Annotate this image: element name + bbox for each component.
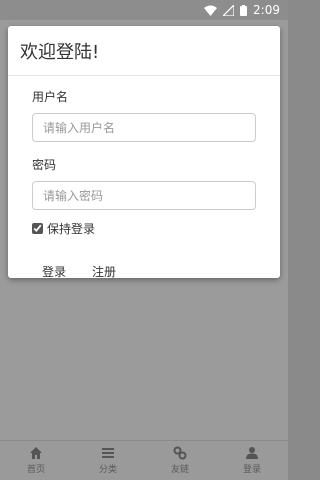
tab-category-label: 分类 [98, 465, 117, 475]
register-button[interactable]: 注册 [86, 259, 122, 284]
signal-icon [223, 4, 235, 16]
remember-row: 保持登录 [32, 220, 256, 237]
username-input[interactable] [32, 113, 256, 142]
password-label: 密码 [32, 158, 57, 172]
dialog-title: 欢迎登陆! [20, 41, 100, 63]
tab-category[interactable]: 分类 [72, 441, 144, 480]
login-button[interactable]: 登录 [36, 259, 72, 284]
username-label: 用户名 [32, 90, 69, 104]
user-icon [246, 447, 258, 459]
status-time: 2:09 [253, 3, 280, 17]
password-input[interactable] [32, 181, 256, 210]
status-bar: 2:09 [0, 0, 288, 20]
tab-login-label: 登录 [242, 465, 261, 475]
tab-home[interactable]: 首页 [0, 441, 72, 480]
tab-links-label: 友链 [170, 465, 189, 475]
remember-checkbox[interactable] [32, 223, 43, 234]
wifi-icon [204, 5, 218, 16]
tab-links[interactable]: 友链 [144, 441, 216, 480]
dialog-header: 欢迎登陆! [8, 26, 280, 76]
tab-home-label: 首页 [26, 465, 45, 475]
dialog-actions: 登录 注册 [36, 259, 256, 284]
home-icon [30, 447, 42, 459]
dialog-body: 用户名 密码 保持登录 登录 注册 [8, 76, 280, 284]
bottom-tab-bar: 首页 分类 友链 登录 [0, 440, 288, 480]
tab-login[interactable]: 登录 [216, 441, 288, 480]
remember-label: 保持登录 [47, 222, 96, 236]
battery-icon [240, 4, 248, 16]
login-dialog: 欢迎登陆! 用户名 密码 保持登录 登录 注册 [8, 26, 280, 279]
link-icon [173, 446, 187, 460]
list-icon [102, 448, 114, 458]
